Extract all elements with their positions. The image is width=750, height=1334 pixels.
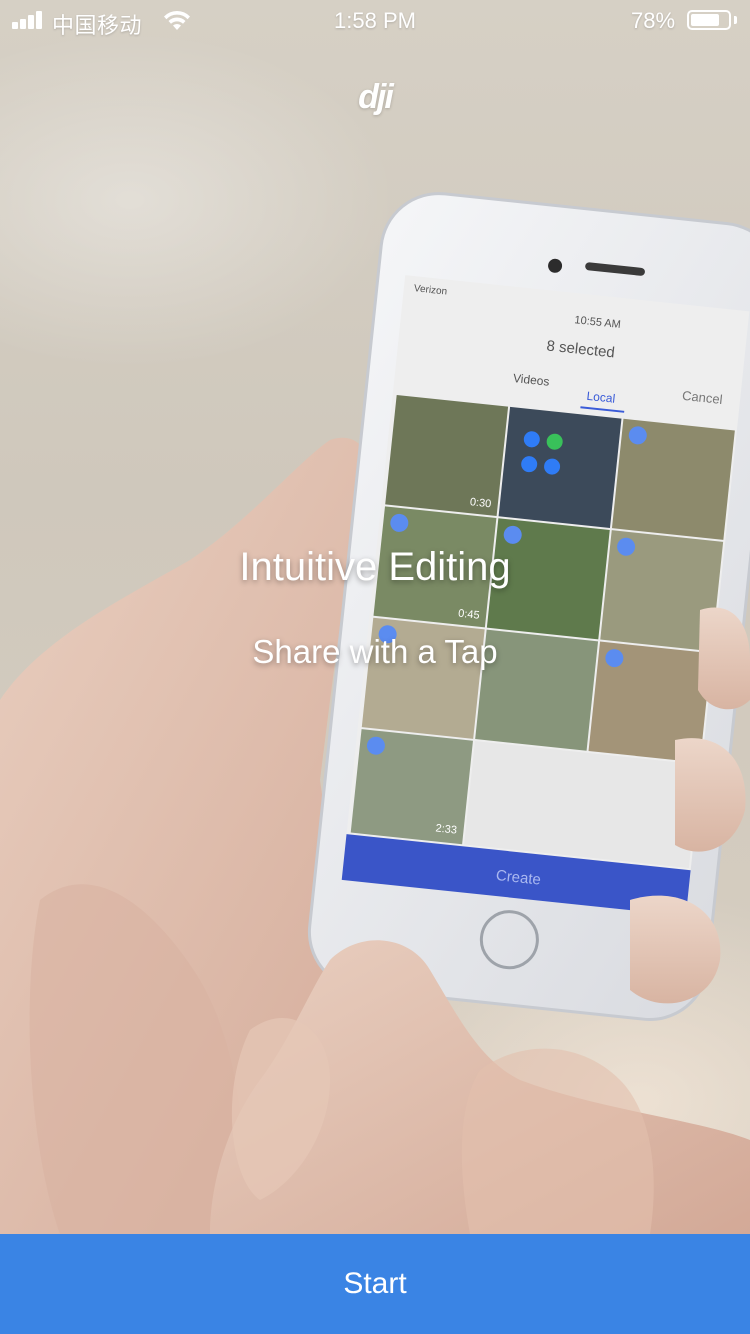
onboarding-headline: Intuitive Editing <box>239 545 511 589</box>
svg-text:0:45: 0:45 <box>458 608 481 622</box>
hands-holding-phone-photo: Verizon 10:55 AM 8 selected Cancel Video… <box>0 192 750 1234</box>
battery-level-fill <box>691 14 719 26</box>
dji-logo: dji <box>358 78 394 116</box>
battery-icon <box>687 10 731 30</box>
svg-text:0:30: 0:30 <box>469 496 492 510</box>
background-scene: Verizon 10:55 AM 8 selected Cancel Video… <box>0 0 750 1234</box>
battery-percent: 78% <box>631 8 676 33</box>
start-button[interactable]: Start <box>0 1234 750 1334</box>
svg-text:2:33: 2:33 <box>435 822 458 836</box>
onboarding-subline: Share with a Tap <box>252 633 498 670</box>
status-bar: 中国移动 1:58 PM 78% <box>0 0 750 40</box>
battery-tip <box>734 16 737 24</box>
svg-text:Local: Local <box>586 389 616 406</box>
